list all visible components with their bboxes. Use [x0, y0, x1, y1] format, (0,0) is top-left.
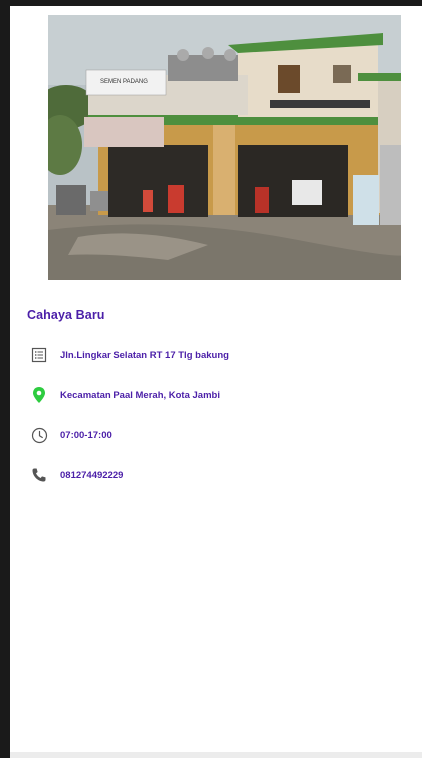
address-text: Jln.Lingkar Selatan RT 17 Tlg bakung [60, 349, 229, 361]
address-row: Jln.Lingkar Selatan RT 17 Tlg bakung [30, 344, 229, 366]
place-detail-screen: SEMEN PADANG Cahaya Baru Jln.Lingkar Sel… [10, 6, 422, 752]
phone-row[interactable]: 081274492229 [30, 464, 123, 486]
device-frame: SEMEN PADANG Cahaya Baru Jln.Lingkar Sel… [0, 0, 422, 758]
clock-icon [30, 426, 48, 444]
place-name: Cahaya Baru [27, 308, 105, 322]
district-row[interactable]: Kecamatan Paal Merah, Kota Jambi [30, 384, 220, 406]
location-pin-icon [30, 386, 48, 404]
district-text: Kecamatan Paal Merah, Kota Jambi [60, 389, 220, 401]
list-icon [30, 346, 48, 364]
phone-text[interactable]: 081274492229 [60, 470, 123, 481]
hours-row: 07:00-17:00 [30, 424, 112, 446]
photo-sign-text: SEMEN PADANG [100, 79, 148, 85]
place-photo: SEMEN PADANG [48, 15, 401, 280]
bottom-edge [10, 752, 422, 758]
hours-text: 07:00-17:00 [60, 429, 112, 441]
phone-icon [30, 466, 48, 484]
